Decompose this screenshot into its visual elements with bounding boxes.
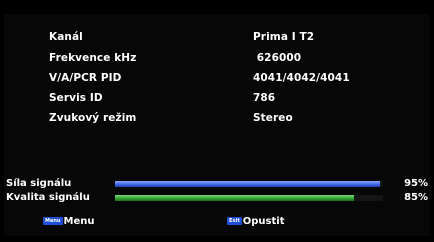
frequency-label: Frekvence kHz [49, 52, 137, 64]
info-row-channel: Kanál Prima I T2 [0, 29, 434, 47]
signal-quality-bar [115, 195, 383, 201]
audio-mode-value: Stereo [253, 112, 293, 124]
menu-button[interactable]: Menu Menu [43, 214, 94, 228]
service-id-value: 786 [253, 92, 276, 104]
frequency-value: 626000 [253, 52, 302, 64]
signal-quality-label: Kvalita signálu [6, 192, 90, 203]
signal-info-screen: Kanál Prima I T2 Frekvence kHz 626000 V/… [0, 0, 434, 242]
signal-strength-bar [115, 181, 383, 187]
info-row-frequency: Frekvence kHz 626000 [0, 50, 434, 68]
signal-quality-fill [115, 195, 354, 201]
signal-strength-percent: 95% [404, 178, 428, 189]
service-id-label: Servis ID [49, 92, 103, 104]
exit-button[interactable]: Exit Opustit [227, 214, 284, 228]
pid-value: 4041/4042/4041 [253, 72, 350, 84]
signal-strength-fill [115, 181, 381, 187]
menu-key-icon: Menu [43, 217, 63, 225]
info-row-service-id: Servis ID 786 [0, 90, 434, 108]
signal-strength-label: Síla signálu [6, 178, 72, 189]
menu-button-label: Menu [63, 215, 95, 227]
channel-label: Kanál [49, 31, 83, 43]
exit-button-label: Opustit [242, 215, 285, 227]
channel-value: Prima I T2 [253, 31, 315, 43]
info-row-pid: V/A/PCR PID 4041/4042/4041 [0, 70, 434, 88]
info-row-audio-mode: Zvukový režim Stereo [0, 110, 434, 128]
pid-label: V/A/PCR PID [49, 72, 122, 84]
signal-quality-percent: 85% [404, 192, 428, 203]
exit-key-icon: Exit [227, 217, 242, 225]
audio-mode-label: Zvukový režim [49, 112, 137, 124]
